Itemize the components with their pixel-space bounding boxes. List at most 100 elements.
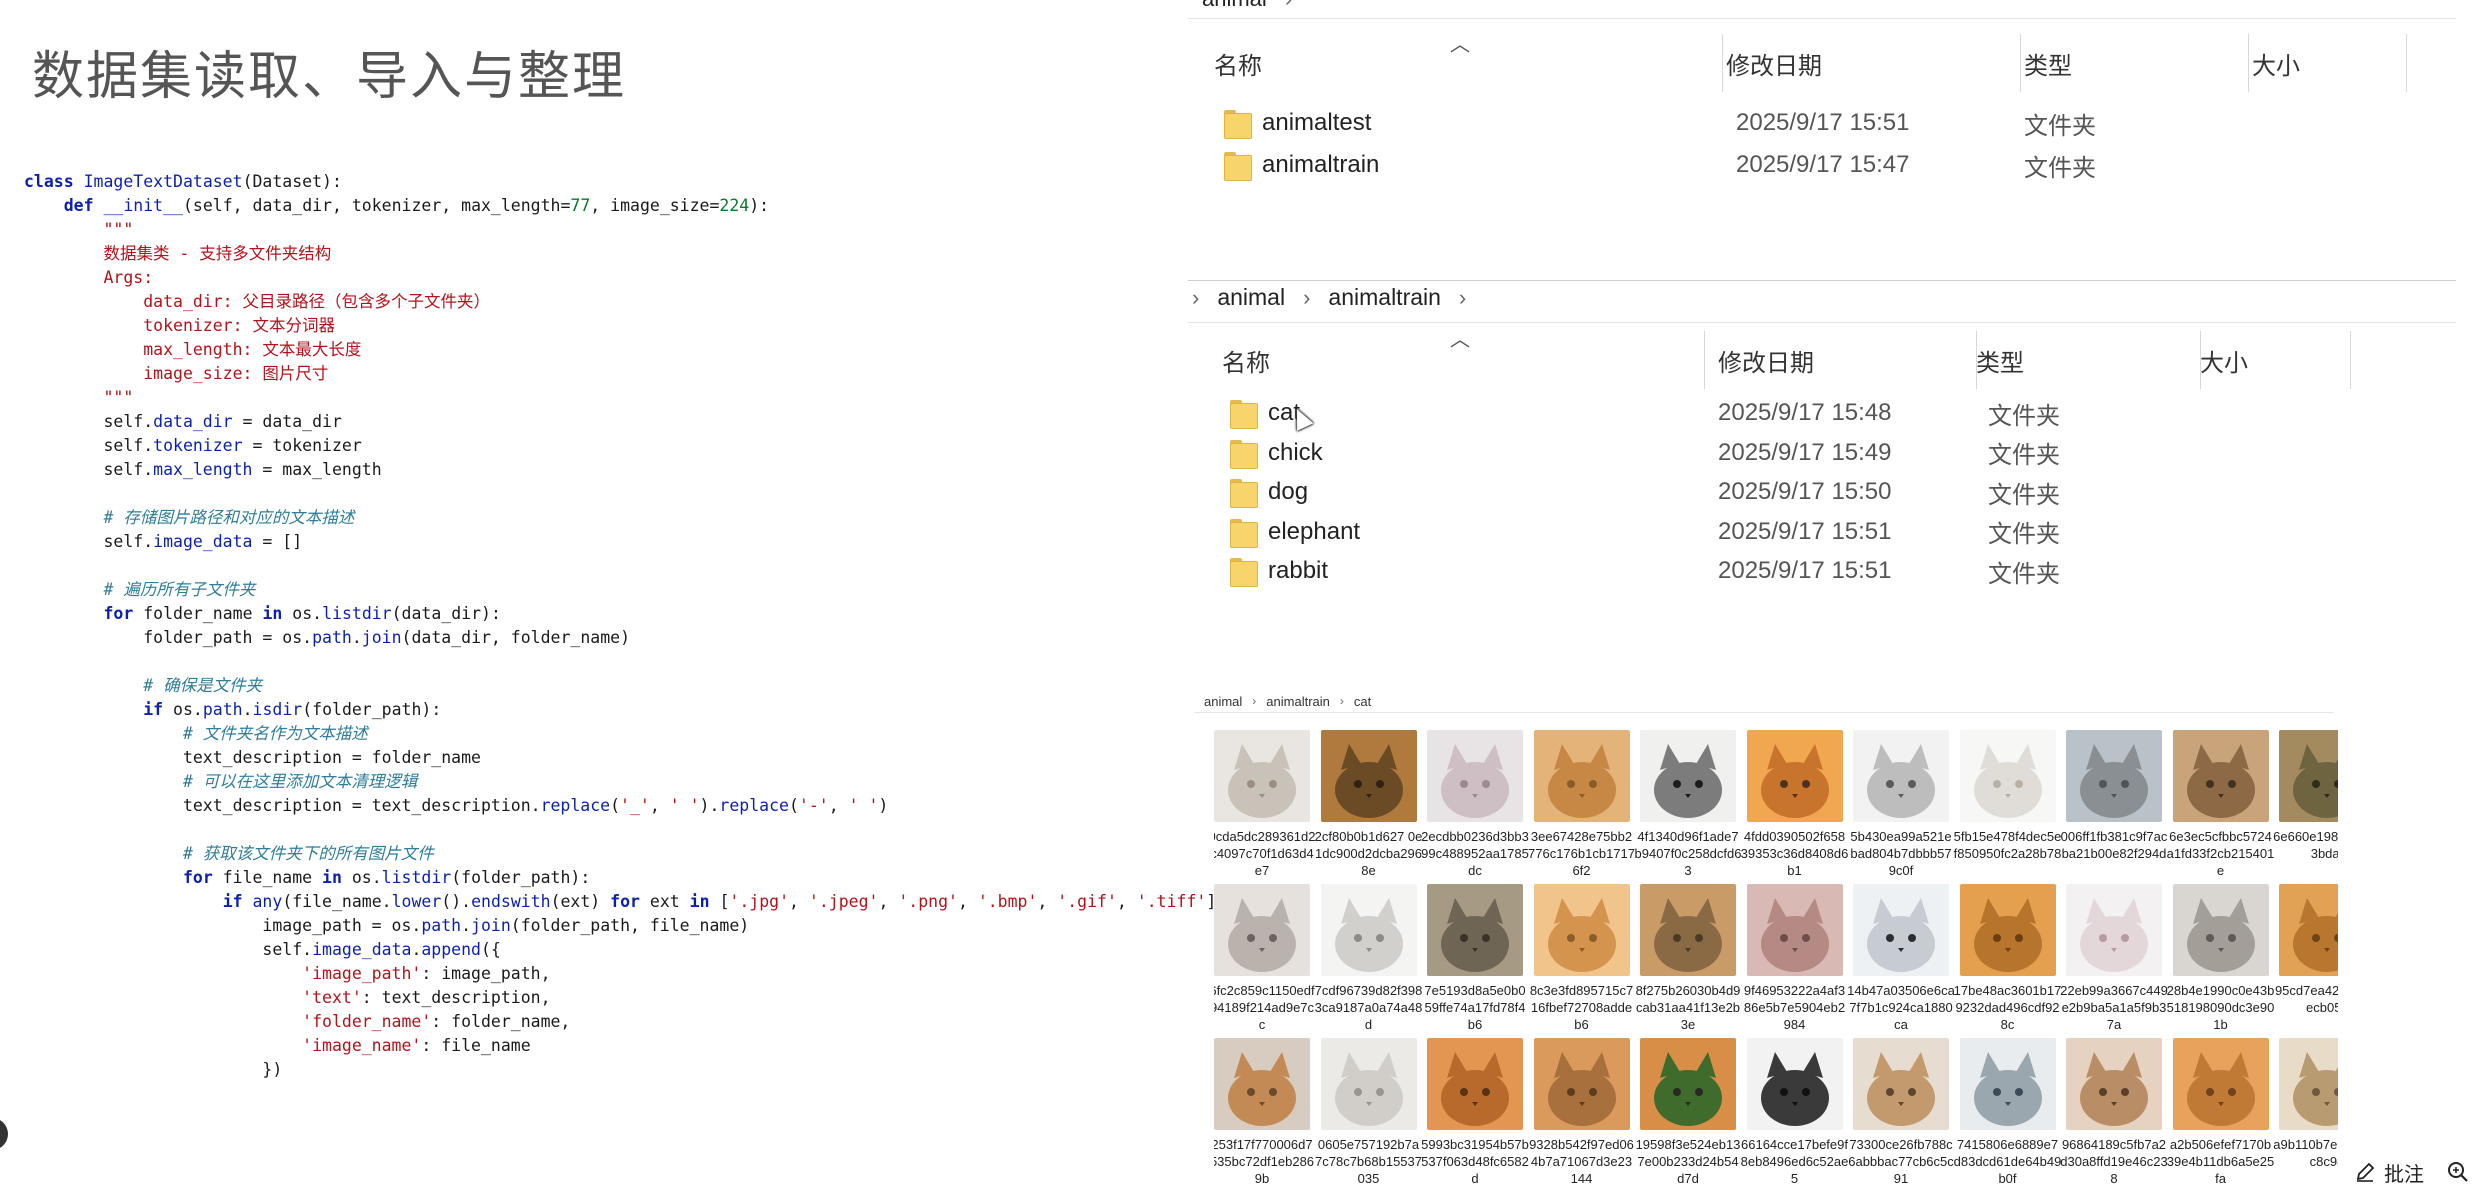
- image-thumbnail[interactable]: 14b47a03506e6ca7f7b1c924ca1880ca: [1847, 884, 1955, 1036]
- code-token: append: [421, 940, 481, 959]
- image-thumbnail[interactable]: 95cd7ea424606f5ecb05c: [2275, 884, 2338, 1036]
- code-token: replace: [540, 796, 611, 815]
- side-handle[interactable]: [0, 1118, 8, 1150]
- col-type[interactable]: 类型: [2020, 30, 2260, 96]
- image-thumbnail[interactable]: 253f17f770006d7535bc72df1eb2869b: [1214, 1038, 1314, 1190]
- image-thumbnail[interactable]: 5993bc31954b57b537f063d48fc6582d: [1421, 1038, 1529, 1190]
- code-token: (: [788, 796, 799, 815]
- image-filename: 7e5193d8a5e0b059ffe74a17fd78f4b6: [1424, 983, 1526, 1032]
- image-thumbnail[interactable]: 6e660e198bce2863bdaf: [2273, 730, 2338, 882]
- image-thumbnail[interactable]: 6fc2c859c1150edf94189f214ad9e7cc: [1214, 884, 1315, 1036]
- image-filename: 4f1340d96f1ade7b9407f0c258dcfd63: [1634, 829, 1742, 878]
- image-thumbnail[interactable]: 8c3e3fd895715c716fbef72708addeb6: [1530, 884, 1633, 1036]
- image-filename: 2ecdbb0236d3bb399c488952aa1785dc: [1421, 829, 1529, 878]
- breadcrumb-item-animal[interactable]: animal: [1217, 284, 1285, 311]
- breadcrumb[interactable]: animal ›: [1202, 0, 1292, 12]
- zoom-button[interactable]: [2442, 1156, 2474, 1188]
- col-size[interactable]: 大小: [2200, 327, 2360, 393]
- image-thumbnail[interactable]: 2cf80b0b1d627 0e1dc900d2dcba2968e: [1315, 730, 1422, 882]
- image-thumbnail[interactable]: 0605e757192b7a7c78c7b68b15537035: [1315, 1038, 1422, 1190]
- image-thumbnail[interactable]: 6e3ec5cfbbc5724a1fd33f2cb215401e: [2167, 730, 2274, 882]
- code-token: self.: [24, 436, 154, 455]
- col-date[interactable]: 修改日期: [1722, 30, 2020, 96]
- image-thumbnail[interactable]: 8f275b26030b4d9cab31aa41f13e2b3e: [1636, 884, 1740, 1036]
- file-row-animaltest[interactable]: animaltest 2025/9/17 15:51 文件夹: [1188, 104, 2456, 142]
- code-token: os.: [173, 700, 203, 719]
- col-name[interactable]: 名称: [1188, 327, 1704, 393]
- cat-photo: [1427, 884, 1523, 976]
- column-header: ︿ 名称 修改日期 类型 大小: [1188, 327, 2456, 393]
- image-thumbnail[interactable]: 7415806e6889e7d83dcd61de64b49b0f: [1954, 1038, 2061, 1190]
- image-thumbnail[interactable]: 19598f3e524eb137e00b233d24b54d7d: [1636, 1038, 1740, 1190]
- breadcrumb-item[interactable]: animal: [1204, 694, 1242, 709]
- divider: [1188, 18, 2456, 19]
- breadcrumb-item[interactable]: animal: [1202, 0, 1267, 12]
- image-thumbnail[interactable]: 5b430ea99a521ebad804b7dbbb579c0f: [1850, 730, 1952, 882]
- code-token: ({: [480, 940, 501, 959]
- code-token: 数据集类 - 支持多文件夹结构: [24, 244, 332, 263]
- breadcrumb-item[interactable]: animaltrain: [1266, 694, 1330, 709]
- file-row-rabbit[interactable]: rabbit 2025/9/17 15:51 文件夹: [1188, 552, 2456, 590]
- col-name[interactable]: 名称: [1188, 30, 1722, 96]
- image-filename: 006ff1fb381c9f7acba21b00e82f294d: [2060, 829, 2168, 861]
- image-thumbnail[interactable]: 7cdf96739d82f3983ca9187a0a74a48d: [1315, 884, 1422, 1036]
- file-name-cell[interactable]: animaltrain: [1224, 146, 1379, 184]
- col-date[interactable]: 修改日期: [1704, 327, 1976, 393]
- file-name-cell[interactable]: animaltest: [1224, 104, 1371, 142]
- image-thumbnail[interactable]: 28b4e1990c0e43b518198090dc3e901b: [2167, 884, 2274, 1036]
- image-thumbnail[interactable]: 17be48ac3601b179232dad496cdf928c: [1954, 884, 2061, 1036]
- breadcrumb-item[interactable]: cat: [1354, 694, 1371, 709]
- code-token: join: [471, 916, 511, 935]
- col-divider[interactable]: [2350, 331, 2351, 389]
- image-thumbnail[interactable]: 4f1340d96f1ade7b9407f0c258dcfd63: [1635, 730, 1741, 882]
- file-name-cell[interactable]: elephant: [1230, 513, 1360, 551]
- code-token: self.: [24, 412, 154, 431]
- gallery-breadcrumb[interactable]: animal › animaltrain › cat: [1204, 694, 1371, 709]
- image-thumbnail[interactable]: 2ecdbb0236d3bb399c488952aa1785dc: [1421, 730, 1529, 882]
- file-name-cell[interactable]: chick: [1230, 434, 1323, 472]
- breadcrumb[interactable]: › animal › animaltrain ›: [1192, 284, 1466, 311]
- file-row-dog[interactable]: dog 2025/9/17 15:50 文件夹: [1188, 473, 2456, 511]
- code-line: self.max_length = max_length: [24, 458, 1236, 482]
- col-size[interactable]: 大小: [2248, 30, 2408, 96]
- image-thumbnail[interactable]: 9f46953222a4af386e5b7e5904eb2984: [1744, 884, 1845, 1036]
- image-thumbnail[interactable]: 7e5193d8a5e0b059ffe74a17fd78f4b6: [1424, 884, 1526, 1036]
- image-thumbnail[interactable]: 006ff1fb381c9f7acba21b00e82f294d: [2061, 730, 2167, 882]
- code-token: self.: [24, 460, 154, 479]
- image-thumbnail[interactable]: 96864189c5fb7a2d30a8ffd19e46c238: [2060, 1038, 2168, 1190]
- col-divider[interactable]: [2406, 34, 2407, 92]
- code-token: in: [689, 892, 720, 911]
- image-thumbnail[interactable]: 66164cce17befe9f8eb8496ed6c52ae5: [1741, 1038, 1848, 1190]
- col-type[interactable]: 类型: [1976, 327, 2204, 393]
- file-row-elephant[interactable]: elephant 2025/9/17 15:51 文件夹: [1188, 513, 2456, 551]
- code-token: if: [222, 892, 253, 911]
- file-name-cell[interactable]: rabbit: [1230, 552, 1328, 590]
- code-token: self.: [24, 940, 313, 959]
- file-name: rabbit: [1268, 557, 1329, 584]
- annotate-button[interactable]: 批注: [2346, 1156, 2432, 1188]
- code-token: ,: [828, 796, 849, 815]
- folder-icon: [1230, 556, 1258, 587]
- file-name-cell[interactable]: dog: [1230, 473, 1308, 511]
- file-row-chick[interactable]: chick 2025/9/17 15:49 文件夹: [1188, 434, 2456, 472]
- image-thumbnail[interactable]: 73300ce26fb788c6abbbac77cb6c5c91: [1848, 1038, 1954, 1190]
- breadcrumb-item-animaltrain[interactable]: animaltrain: [1328, 284, 1441, 311]
- file-type: 文件夹: [1988, 481, 2060, 509]
- image-thumbnail[interactable]: 0cda5dc289361d2c4097c70f1d63d4e7: [1214, 730, 1316, 882]
- code-token: .: [461, 916, 472, 935]
- file-row-animaltrain[interactable]: animaltrain 2025/9/17 15:47 文件夹: [1188, 146, 2456, 184]
- code-token: (folder_path, file_name): [510, 916, 750, 935]
- code-line: max_length: 文本最大长度: [24, 338, 1236, 362]
- code-token: ,: [1116, 892, 1137, 911]
- image-thumbnail[interactable]: 9328b542f97ed064b7a71067d3e23144: [1529, 1038, 1634, 1190]
- file-row-cat[interactable]: cat 2025/9/17 15:48 文件夹: [1188, 394, 2456, 432]
- image-thumbnail[interactable]: 22eb99a3667c449e2b9ba5a1a5f9b37a: [2060, 884, 2168, 1036]
- code-token: ,: [957, 892, 978, 911]
- code-line: self.image_data = []: [24, 530, 1236, 554]
- image-thumbnail[interactable]: 5fb15e478f4dec5ef850950fc2a28b78: [1954, 730, 2061, 882]
- image-filename: 66164cce17befe9f8eb8496ed6c52ae5: [1740, 1137, 1849, 1186]
- image-thumbnail[interactable]: a9b110b7e877392c8c98: [2273, 1038, 2338, 1190]
- image-thumbnail[interactable]: a2b506efef7170b39e4b11db6a5e25fa: [2167, 1038, 2274, 1190]
- image-thumbnail[interactable]: 4fdd0390502f65839353c36d8408d6b1: [1741, 730, 1848, 882]
- image-thumbnail[interactable]: 3ee67428e75bb2776c176b1cb17176f2: [1528, 730, 1635, 882]
